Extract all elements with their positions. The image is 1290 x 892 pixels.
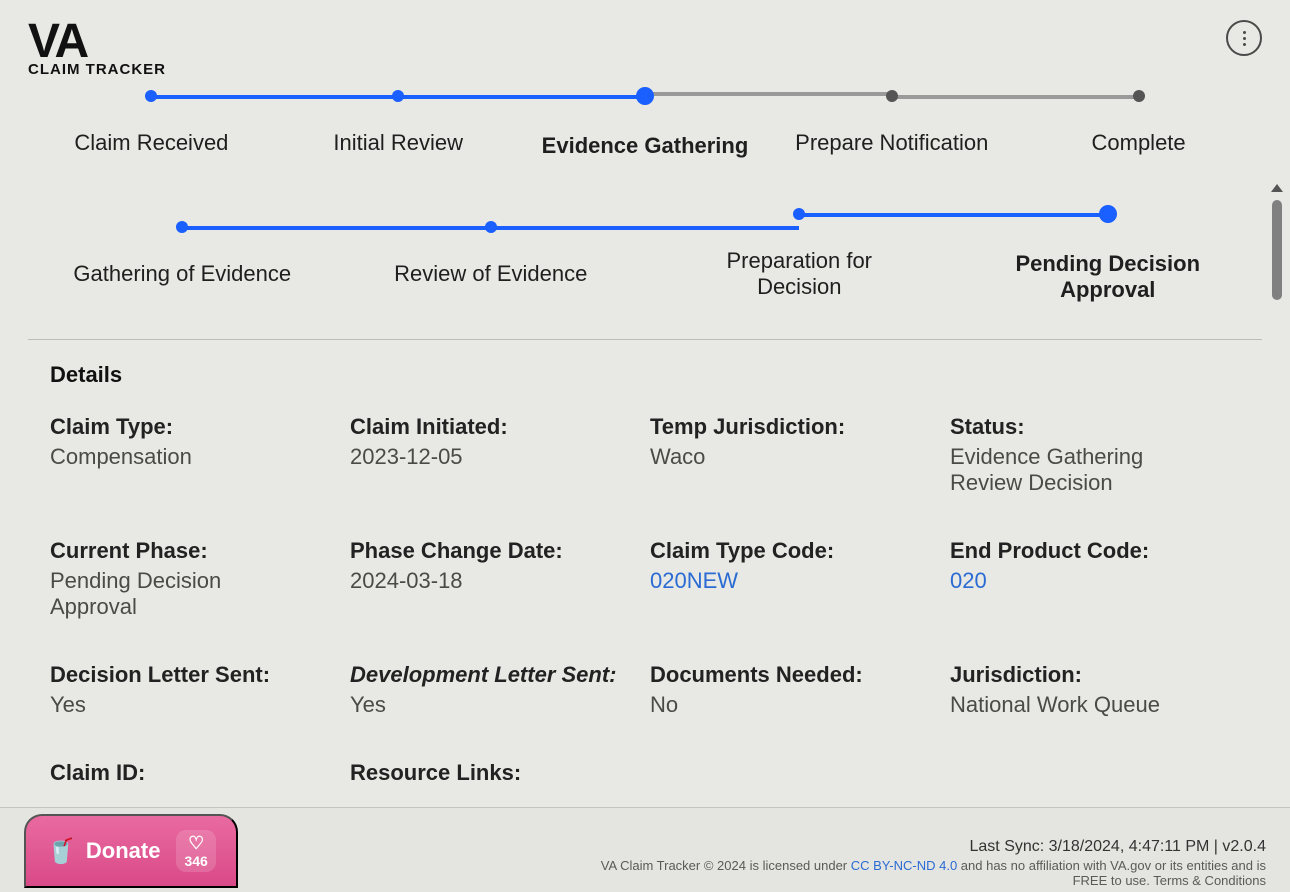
step-bar [799, 213, 1108, 217]
donate-label: Donate [86, 838, 161, 864]
field-development-letter: Development Letter Sent: Yes [350, 662, 650, 718]
step-bar [892, 95, 1139, 99]
cup-icon: 🥤 [46, 837, 76, 866]
field-value: Evidence Gathering Review Decision [950, 444, 1190, 496]
field-value: Waco [650, 444, 950, 470]
field-label: Documents Needed: [650, 662, 950, 688]
progress-sub: Gathering of Evidence Review of Evidence… [28, 205, 1262, 303]
progress-main: Claim Received Initial Review Evidence G… [28, 87, 1262, 159]
footer-license-link[interactable]: CC BY-NC-ND 4.0 [851, 858, 957, 873]
field-documents-needed: Documents Needed: No [650, 662, 950, 718]
dot-icon [1243, 37, 1246, 40]
logo-top: VA [28, 20, 166, 63]
field-end-product-code: End Product Code: 020 [950, 538, 1250, 620]
step-label: Complete [1092, 130, 1186, 156]
field-label: Current Phase: [50, 538, 350, 564]
scrollbar-thumb[interactable] [1272, 200, 1282, 300]
footer-license-pre: VA Claim Tracker © 2024 is licensed unde… [601, 858, 851, 873]
step-label: Initial Review [333, 130, 463, 156]
logo-sub: CLAIM TRACKER [28, 63, 166, 77]
field-value: Compensation [50, 444, 350, 470]
field-value: National Work Queue [950, 692, 1250, 718]
field-claim-initiated: Claim Initiated: 2023-12-05 [350, 414, 650, 496]
dot-icon [1243, 43, 1246, 46]
heart-icon: ♡ [188, 834, 204, 852]
step-initial-review: Initial Review [275, 90, 522, 156]
step-label: Evidence Gathering [542, 133, 749, 159]
section-divider [28, 339, 1262, 340]
substep-gathering: Gathering of Evidence [28, 221, 337, 287]
field-label: Resource Links: [350, 760, 650, 786]
substep-pending-approval: Pending Decision Approval [954, 205, 1263, 303]
step-dot [145, 90, 157, 102]
field-claim-type-code: Claim Type Code: 020NEW [650, 538, 950, 620]
field-label: Development Letter Sent: [350, 662, 650, 688]
donate-button[interactable]: 🥤 Donate ♡ 346 [24, 814, 238, 888]
field-resource-links: Resource Links: [350, 760, 650, 790]
step-label: Review of Evidence [394, 261, 587, 287]
step-label: Pending Decision Approval [1008, 251, 1208, 303]
step-dot [1099, 205, 1117, 223]
step-dot [485, 221, 497, 233]
footer-license: VA Claim Tracker © 2024 is licensed unde… [566, 858, 1266, 888]
donate-count: 346 [184, 854, 207, 868]
field-value-link[interactable]: 020 [950, 568, 1250, 594]
footer-sync: Last Sync: 3/18/2024, 4:47:11 PM | v2.0.… [566, 838, 1266, 856]
field-claim-type: Claim Type: Compensation [50, 414, 350, 496]
step-bar [645, 92, 892, 96]
field-label: Status: [950, 414, 1250, 440]
step-dot [793, 208, 805, 220]
substep-preparation: Preparation for Decision [645, 208, 954, 300]
more-menu-button[interactable] [1226, 20, 1262, 56]
step-dot [636, 87, 654, 105]
field-label: Phase Change Date: [350, 538, 650, 564]
step-dot [392, 90, 404, 102]
field-label: Claim ID: [50, 760, 350, 786]
donate-like-badge[interactable]: ♡ 346 [176, 830, 215, 872]
field-label: Temp Jurisdiction: [650, 414, 950, 440]
field-label: Decision Letter Sent: [50, 662, 350, 688]
dot-icon [1243, 31, 1246, 34]
field-current-phase: Current Phase: Pending Decision Approval [50, 538, 350, 620]
details-grid: Claim Type: Compensation Claim Initiated… [50, 414, 1262, 790]
step-prepare-notification: Prepare Notification [768, 90, 1015, 156]
field-value: Yes [50, 692, 350, 718]
app-logo: VA CLAIM TRACKER [28, 20, 166, 77]
step-bar [398, 95, 645, 99]
field-decision-letter: Decision Letter Sent: Yes [50, 662, 350, 718]
substep-review: Review of Evidence [337, 221, 646, 287]
field-value: 2024-03-18 [350, 568, 650, 594]
field-jurisdiction: Jurisdiction: National Work Queue [950, 662, 1250, 718]
field-label: Claim Type Code: [650, 538, 950, 564]
field-label: Claim Initiated: [350, 414, 650, 440]
field-claim-id: Claim ID: [50, 760, 350, 790]
field-label: End Product Code: [950, 538, 1250, 564]
step-complete: Complete [1015, 90, 1262, 156]
field-value-link[interactable]: 020NEW [650, 568, 950, 594]
step-dot [176, 221, 188, 233]
step-dot [886, 90, 898, 102]
step-dot [1133, 90, 1145, 102]
field-temp-jurisdiction: Temp Jurisdiction: Waco [650, 414, 950, 496]
step-bar [491, 226, 800, 230]
footer-license-post: and has no affiliation with VA.gov or it… [957, 858, 1266, 888]
footer: 🥤 Donate ♡ 346 Last Sync: 3/18/2024, 4:4… [0, 807, 1290, 892]
step-claim-received: Claim Received [28, 90, 275, 156]
field-label: Claim Type: [50, 414, 350, 440]
field-status: Status: Evidence Gathering Review Decisi… [950, 414, 1250, 496]
step-label: Preparation for Decision [699, 248, 899, 300]
field-value: Pending Decision Approval [50, 568, 270, 620]
field-label: Jurisdiction: [950, 662, 1250, 688]
step-bar [151, 95, 398, 99]
field-phase-change-date: Phase Change Date: 2024-03-18 [350, 538, 650, 620]
field-value: No [650, 692, 950, 718]
scroll-up-arrow-icon[interactable] [1271, 184, 1283, 192]
field-value: Yes [350, 692, 650, 718]
step-bar [182, 226, 491, 230]
step-label: Claim Received [74, 130, 228, 156]
details-heading: Details [50, 362, 1262, 388]
field-value: 2023-12-05 [350, 444, 650, 470]
step-label: Prepare Notification [795, 130, 988, 156]
step-label: Gathering of Evidence [73, 261, 291, 287]
